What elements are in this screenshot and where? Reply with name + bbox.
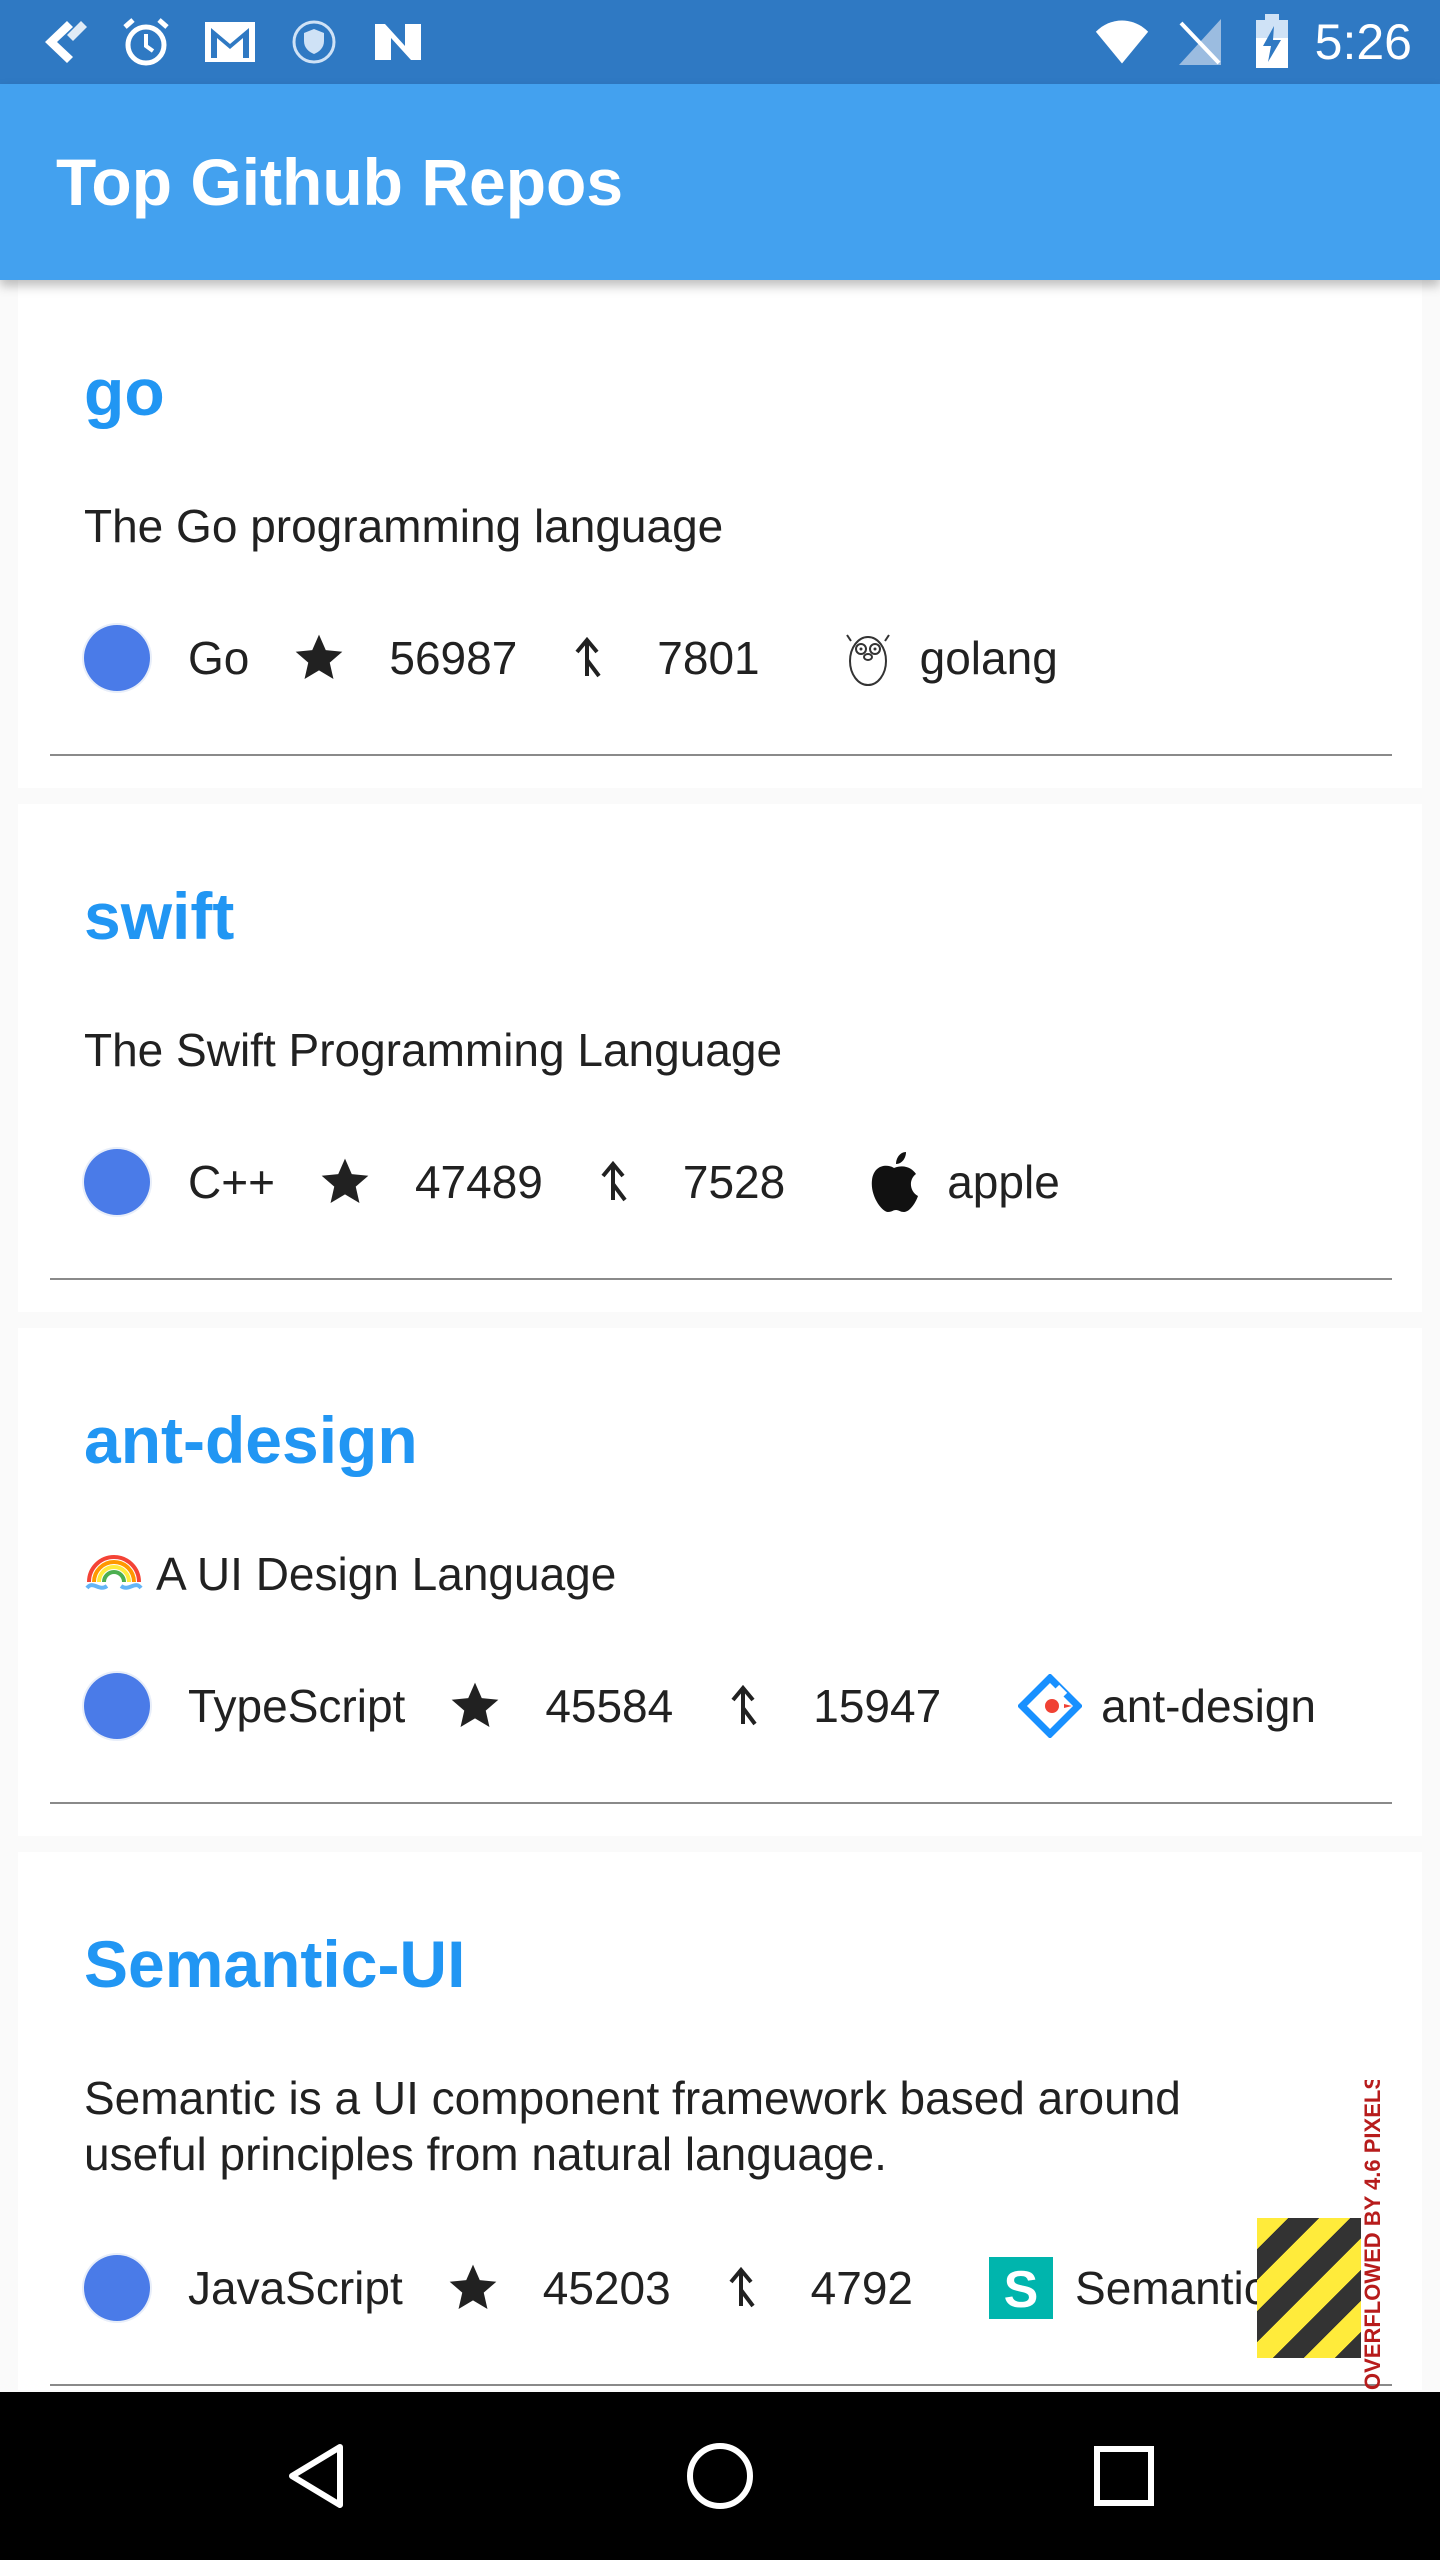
fork-icon — [569, 636, 605, 680]
svg-text:S: S — [1004, 2261, 1039, 2319]
status-time: 5:26 — [1314, 14, 1412, 70]
repo-owner[interactable]: golang — [920, 631, 1058, 685]
fork-icon — [725, 1684, 761, 1728]
fork-count: 7528 — [682, 1156, 786, 1208]
wifi-icon — [1094, 14, 1150, 70]
repo-card-ant-design[interactable]: ant-design A UI Design Language TypeScri… — [18, 1328, 1422, 1836]
gmail-icon — [202, 14, 258, 70]
star-icon — [315, 1154, 375, 1210]
repo-name[interactable]: Semantic-UI — [84, 1924, 465, 2004]
repo-description: The Swift Programming Language — [84, 1024, 783, 1076]
card-divider — [50, 2384, 1392, 2386]
app-bar: Top Github Repos — [0, 84, 1440, 280]
repo-description: Semantic is a UI component framework bas… — [84, 2072, 1181, 2180]
overflow-warning-label: OVERFLOWED BY 4.6 PIXELS — [1360, 2080, 1385, 2390]
card-divider — [50, 1802, 1392, 1804]
battery-charging-icon — [1244, 14, 1300, 70]
gopher-icon — [840, 625, 896, 691]
repo-language: Go — [188, 632, 250, 684]
fork-icon — [723, 2266, 759, 2310]
repo-card-go[interactable]: go The Go programming language Go 56987 … — [18, 280, 1422, 788]
page-title: Top Github Repos — [56, 145, 624, 219]
language-color-dot — [84, 625, 150, 691]
nav-back-icon[interactable] — [276, 2436, 356, 2516]
fork-count: 4792 — [810, 2262, 914, 2314]
star-count: 56987 — [389, 632, 518, 684]
language-color-dot — [84, 2255, 150, 2321]
back-arrow-icon — [34, 14, 90, 70]
repo-meta-row: Go 56987 7801 golang — [84, 618, 1058, 698]
fork-icon — [595, 1160, 631, 1204]
apple-logo-icon — [865, 1150, 923, 1214]
status-bar: 5:26 — [0, 0, 1440, 84]
star-icon — [443, 2260, 503, 2316]
repo-meta-row: C++ 47489 7528 apple — [84, 1142, 1060, 1222]
nav-home-icon[interactable] — [680, 2436, 760, 2516]
ant-design-logo-icon — [1017, 1674, 1083, 1738]
repo-meta-row: JavaScript 45203 4792 S Semantic-O — [84, 2248, 1318, 2328]
navigation-bar — [0, 2392, 1440, 2560]
star-icon — [445, 1678, 505, 1734]
fork-count: 15947 — [813, 1680, 942, 1732]
repo-owner[interactable]: ant-design — [1101, 1679, 1316, 1733]
nav-recents-icon[interactable] — [1084, 2436, 1164, 2516]
star-count: 45203 — [542, 2262, 671, 2314]
repo-card-semantic-ui[interactable]: Semantic-UI Semantic is a UI component f… — [18, 1852, 1422, 2390]
repo-description: A UI Design Language — [156, 1548, 617, 1600]
repo-meta-row: TypeScript 45584 15947 ant-design — [84, 1666, 1316, 1746]
repo-owner[interactable]: apple — [947, 1155, 1060, 1209]
star-icon — [289, 630, 349, 686]
fork-count: 7801 — [657, 632, 760, 684]
language-color-dot — [84, 1673, 150, 1739]
card-divider — [50, 754, 1392, 756]
repo-language: TypeScript — [188, 1680, 406, 1732]
repo-name[interactable]: swift — [84, 876, 234, 956]
rainbow-icon — [84, 1552, 144, 1596]
card-divider — [50, 1278, 1392, 1280]
repo-name[interactable]: go — [84, 352, 165, 432]
n-app-icon — [370, 14, 426, 70]
no-sim-icon — [1172, 14, 1228, 70]
star-count: 47489 — [414, 1156, 543, 1208]
star-count: 45584 — [545, 1680, 674, 1732]
alarm-icon — [118, 14, 174, 70]
semantic-s-logo-icon: S — [989, 2257, 1054, 2319]
vpn-shield-icon — [286, 14, 342, 70]
repo-list[interactable]: go The Go programming language Go 56987 … — [0, 280, 1440, 2390]
repo-language: JavaScript — [188, 2262, 403, 2314]
repo-card-swift[interactable]: swift The Swift Programming Language C++… — [18, 804, 1422, 1312]
repo-description-row: A UI Design Language — [84, 1546, 1314, 1602]
repo-language: C++ — [188, 1156, 275, 1208]
repo-description: The Go programming language — [84, 500, 724, 552]
overflow-warning-stripes — [1257, 2218, 1361, 2358]
language-color-dot — [84, 1149, 150, 1215]
repo-name[interactable]: ant-design — [84, 1400, 418, 1480]
